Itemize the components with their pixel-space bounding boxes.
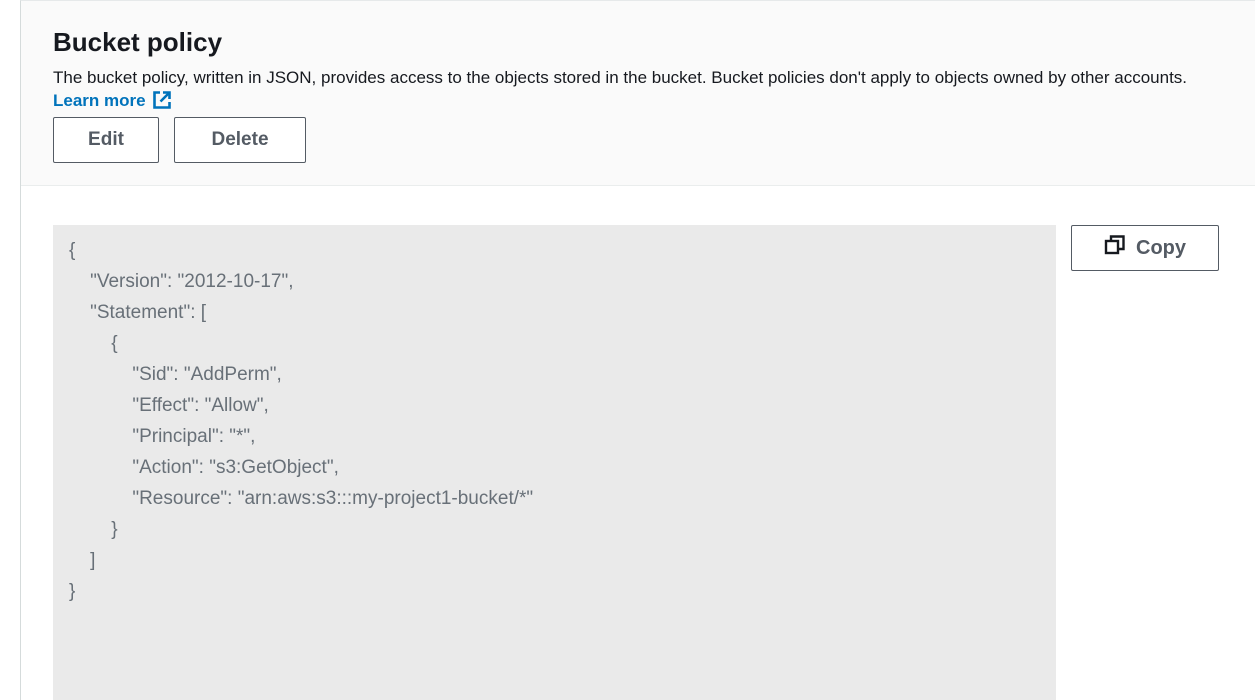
copy-label: Copy [1136,236,1186,259]
policy-description: The bucket policy, written in JSON, prov… [53,66,1223,116]
delete-button[interactable]: Delete [174,117,306,163]
panel-header: Bucket policy The bucket policy, written… [21,1,1255,186]
learn-more-label: Learn more [53,91,146,110]
page-title: Bucket policy [53,27,223,57]
policy-json-viewer: { "Version": "2012-10-17", "Statement": … [53,225,1056,700]
bucket-policy-panel: Bucket policy The bucket policy, written… [20,0,1255,700]
copy-button[interactable]: Copy [1071,225,1219,271]
external-link-icon [152,90,172,116]
edit-button[interactable]: Edit [53,117,159,163]
learn-more-link[interactable]: Learn more [53,91,172,110]
description-text: The bucket policy, written in JSON, prov… [53,68,1188,87]
policy-json-text: { "Version": "2012-10-17", "Statement": … [69,240,534,602]
copy-icon [1104,234,1126,262]
